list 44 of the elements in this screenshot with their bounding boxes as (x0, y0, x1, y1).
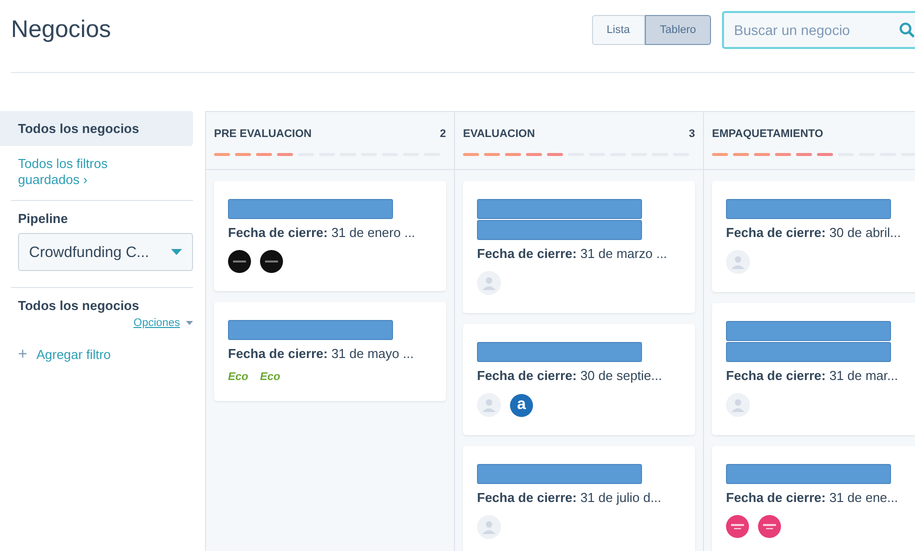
search-field[interactable]: Buscar un negocio (722, 11, 915, 49)
eco-logo: Eco (260, 371, 282, 383)
sidebar-item[interactable]: Todos los negocios (0, 111, 193, 146)
view-toggle[interactable]: Lista (592, 15, 645, 45)
company-logo-icon (228, 250, 251, 273)
company-logo: a (510, 394, 533, 416)
deal-count: 3 (688, 128, 695, 140)
avatar-icon (726, 393, 750, 417)
deal-card[interactable]: Fecha de cierre: 30 de abril... (712, 181, 915, 292)
avatar-icon (726, 250, 750, 274)
close-date: Fecha de cierre: 31 de julio d... (477, 490, 662, 505)
deal-card[interactable]: Fecha de cierre: 31 de mar... (712, 303, 915, 435)
page-title: Negocios (11, 16, 112, 44)
view-toggle[interactable]: Tablero (644, 15, 711, 45)
deal-card[interactable]: Fecha de cierre: 31 de julio d... (463, 446, 695, 551)
column-title: EVALUACION (463, 128, 535, 140)
pipeline-dropdown[interactable]: Crowdfunding C... (18, 233, 193, 271)
filter-title: Todos los negocios (17, 297, 140, 315)
close-date: Fecha de cierre: 30 de septie... (477, 368, 663, 383)
deal-card[interactable]: Fecha de cierre: 31 de marzo ... (463, 181, 695, 313)
caret-icon (186, 321, 193, 325)
close-date: Fecha de cierre: 31 de ene... (726, 490, 899, 505)
deal-count: 2 (440, 128, 446, 140)
close-date: Fecha de cierre: 30 de abril... (726, 225, 902, 240)
close-date: Fecha de cierre: 31 de enero ... (228, 225, 416, 240)
pipeline-label: Pipeline (17, 210, 69, 228)
avatar-icon (477, 271, 501, 295)
deal-card[interactable]: Fecha de cierre: 30 de septie... a (463, 324, 695, 435)
company-logo-icon (260, 250, 283, 273)
close-date: Fecha de cierre: 31 de marzo ... (477, 246, 668, 261)
eco-logo: Eco (228, 371, 250, 383)
avatar-icon (477, 515, 501, 539)
column-title: PRE EVALUACION (214, 128, 312, 140)
close-date: Fecha de cierre: 31 de mar... (726, 368, 899, 383)
deal-card[interactable]: Fecha de cierre: 31 de enero ... (214, 181, 446, 291)
deal-card[interactable]: Fecha de cierre: 31 de ene... (712, 446, 915, 551)
company-logo-icon (726, 515, 749, 538)
close-date: Fecha de cierre: 31 de mayo ... (228, 346, 415, 361)
company-logo-icon (758, 515, 781, 538)
avatar-icon (477, 393, 501, 417)
caret-icon (171, 249, 182, 255)
deal-card[interactable]: Fecha de cierre: 31 de mayo ... Eco Eco (214, 302, 446, 401)
search-icon (899, 22, 915, 38)
column-title: EMPAQUETAMIENTO (712, 128, 824, 140)
